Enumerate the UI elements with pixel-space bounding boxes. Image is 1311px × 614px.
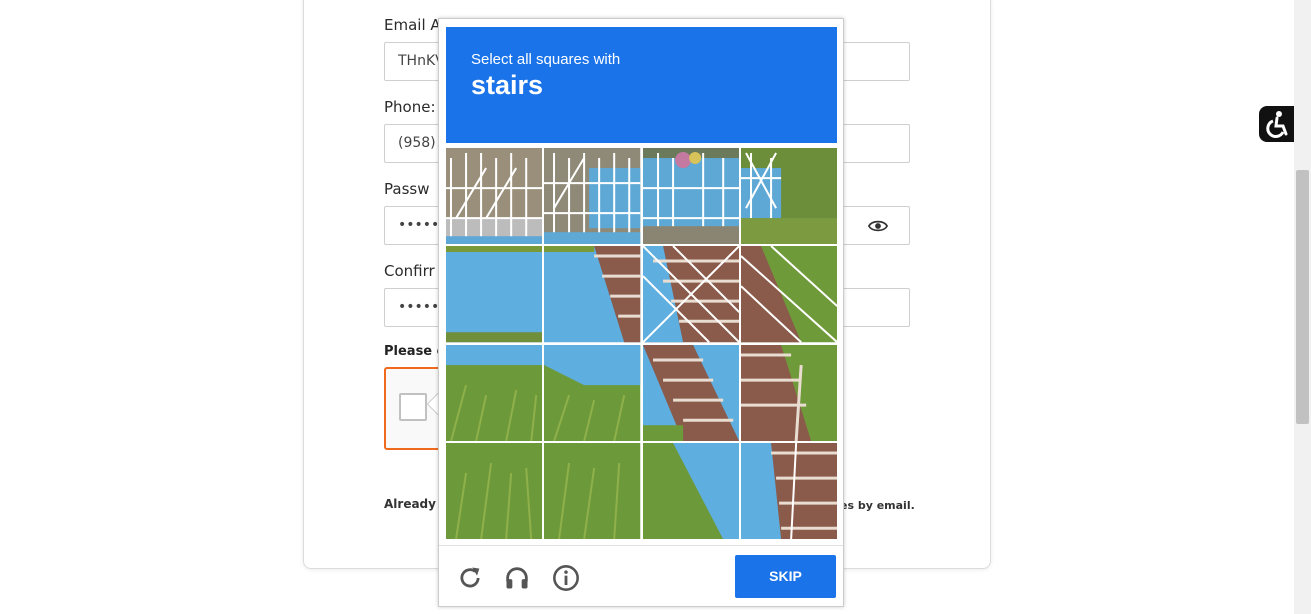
wheelchair-icon	[1266, 111, 1288, 138]
captcha-tile[interactable]	[642, 148, 739, 245]
scrollbar-thumb[interactable]	[1296, 170, 1309, 424]
captcha-tile[interactable]	[740, 246, 837, 343]
captcha-prompt: Select all squares with stairs	[446, 27, 837, 143]
captcha-tile[interactable]	[740, 442, 837, 539]
page: Email A THnKV Phone: (958) Passw •••••••…	[0, 0, 1311, 614]
prompt-instruction: Select all squares with	[471, 51, 621, 68]
captcha-tile[interactable]	[544, 344, 641, 441]
prompt-target: stairs	[471, 70, 544, 100]
captcha-tile[interactable]	[642, 442, 739, 539]
captcha-tile[interactable]	[446, 344, 543, 441]
captcha-tile[interactable]	[544, 246, 641, 343]
confirm-password-label: Confirr	[384, 262, 435, 280]
password-label: Passw	[384, 180, 430, 198]
reload-icon[interactable]	[456, 564, 484, 592]
captcha-tile[interactable]	[642, 344, 739, 441]
info-icon[interactable]	[552, 564, 580, 592]
captcha-tile[interactable]	[544, 148, 641, 245]
email-label: Email A	[384, 16, 441, 34]
accessibility-button[interactable]	[1259, 106, 1295, 142]
captcha-tile[interactable]	[642, 246, 739, 343]
phone-label: Phone:	[384, 98, 436, 116]
eye-icon[interactable]	[868, 216, 888, 236]
skip-button[interactable]: SKIP	[735, 555, 836, 598]
captcha-challenge: Select all squares with stairs SKIP	[438, 18, 844, 607]
audio-challenge-icon[interactable]	[503, 564, 531, 592]
captcha-footer-divider	[439, 545, 843, 546]
recaptcha-checkbox[interactable]	[399, 393, 427, 421]
captcha-tile[interactable]	[446, 246, 543, 343]
already-member-text: Already	[384, 497, 436, 511]
captcha-tile[interactable]	[740, 344, 837, 441]
page-scrollbar[interactable]	[1294, 0, 1311, 614]
captcha-tile[interactable]	[446, 442, 543, 539]
captcha-tile[interactable]	[740, 148, 837, 245]
email-updates-text: es by email.	[840, 499, 915, 512]
captcha-tile[interactable]	[544, 442, 641, 539]
captcha-grid	[446, 148, 837, 539]
captcha-tile[interactable]	[446, 148, 543, 245]
consent-label: Please c	[384, 344, 445, 359]
